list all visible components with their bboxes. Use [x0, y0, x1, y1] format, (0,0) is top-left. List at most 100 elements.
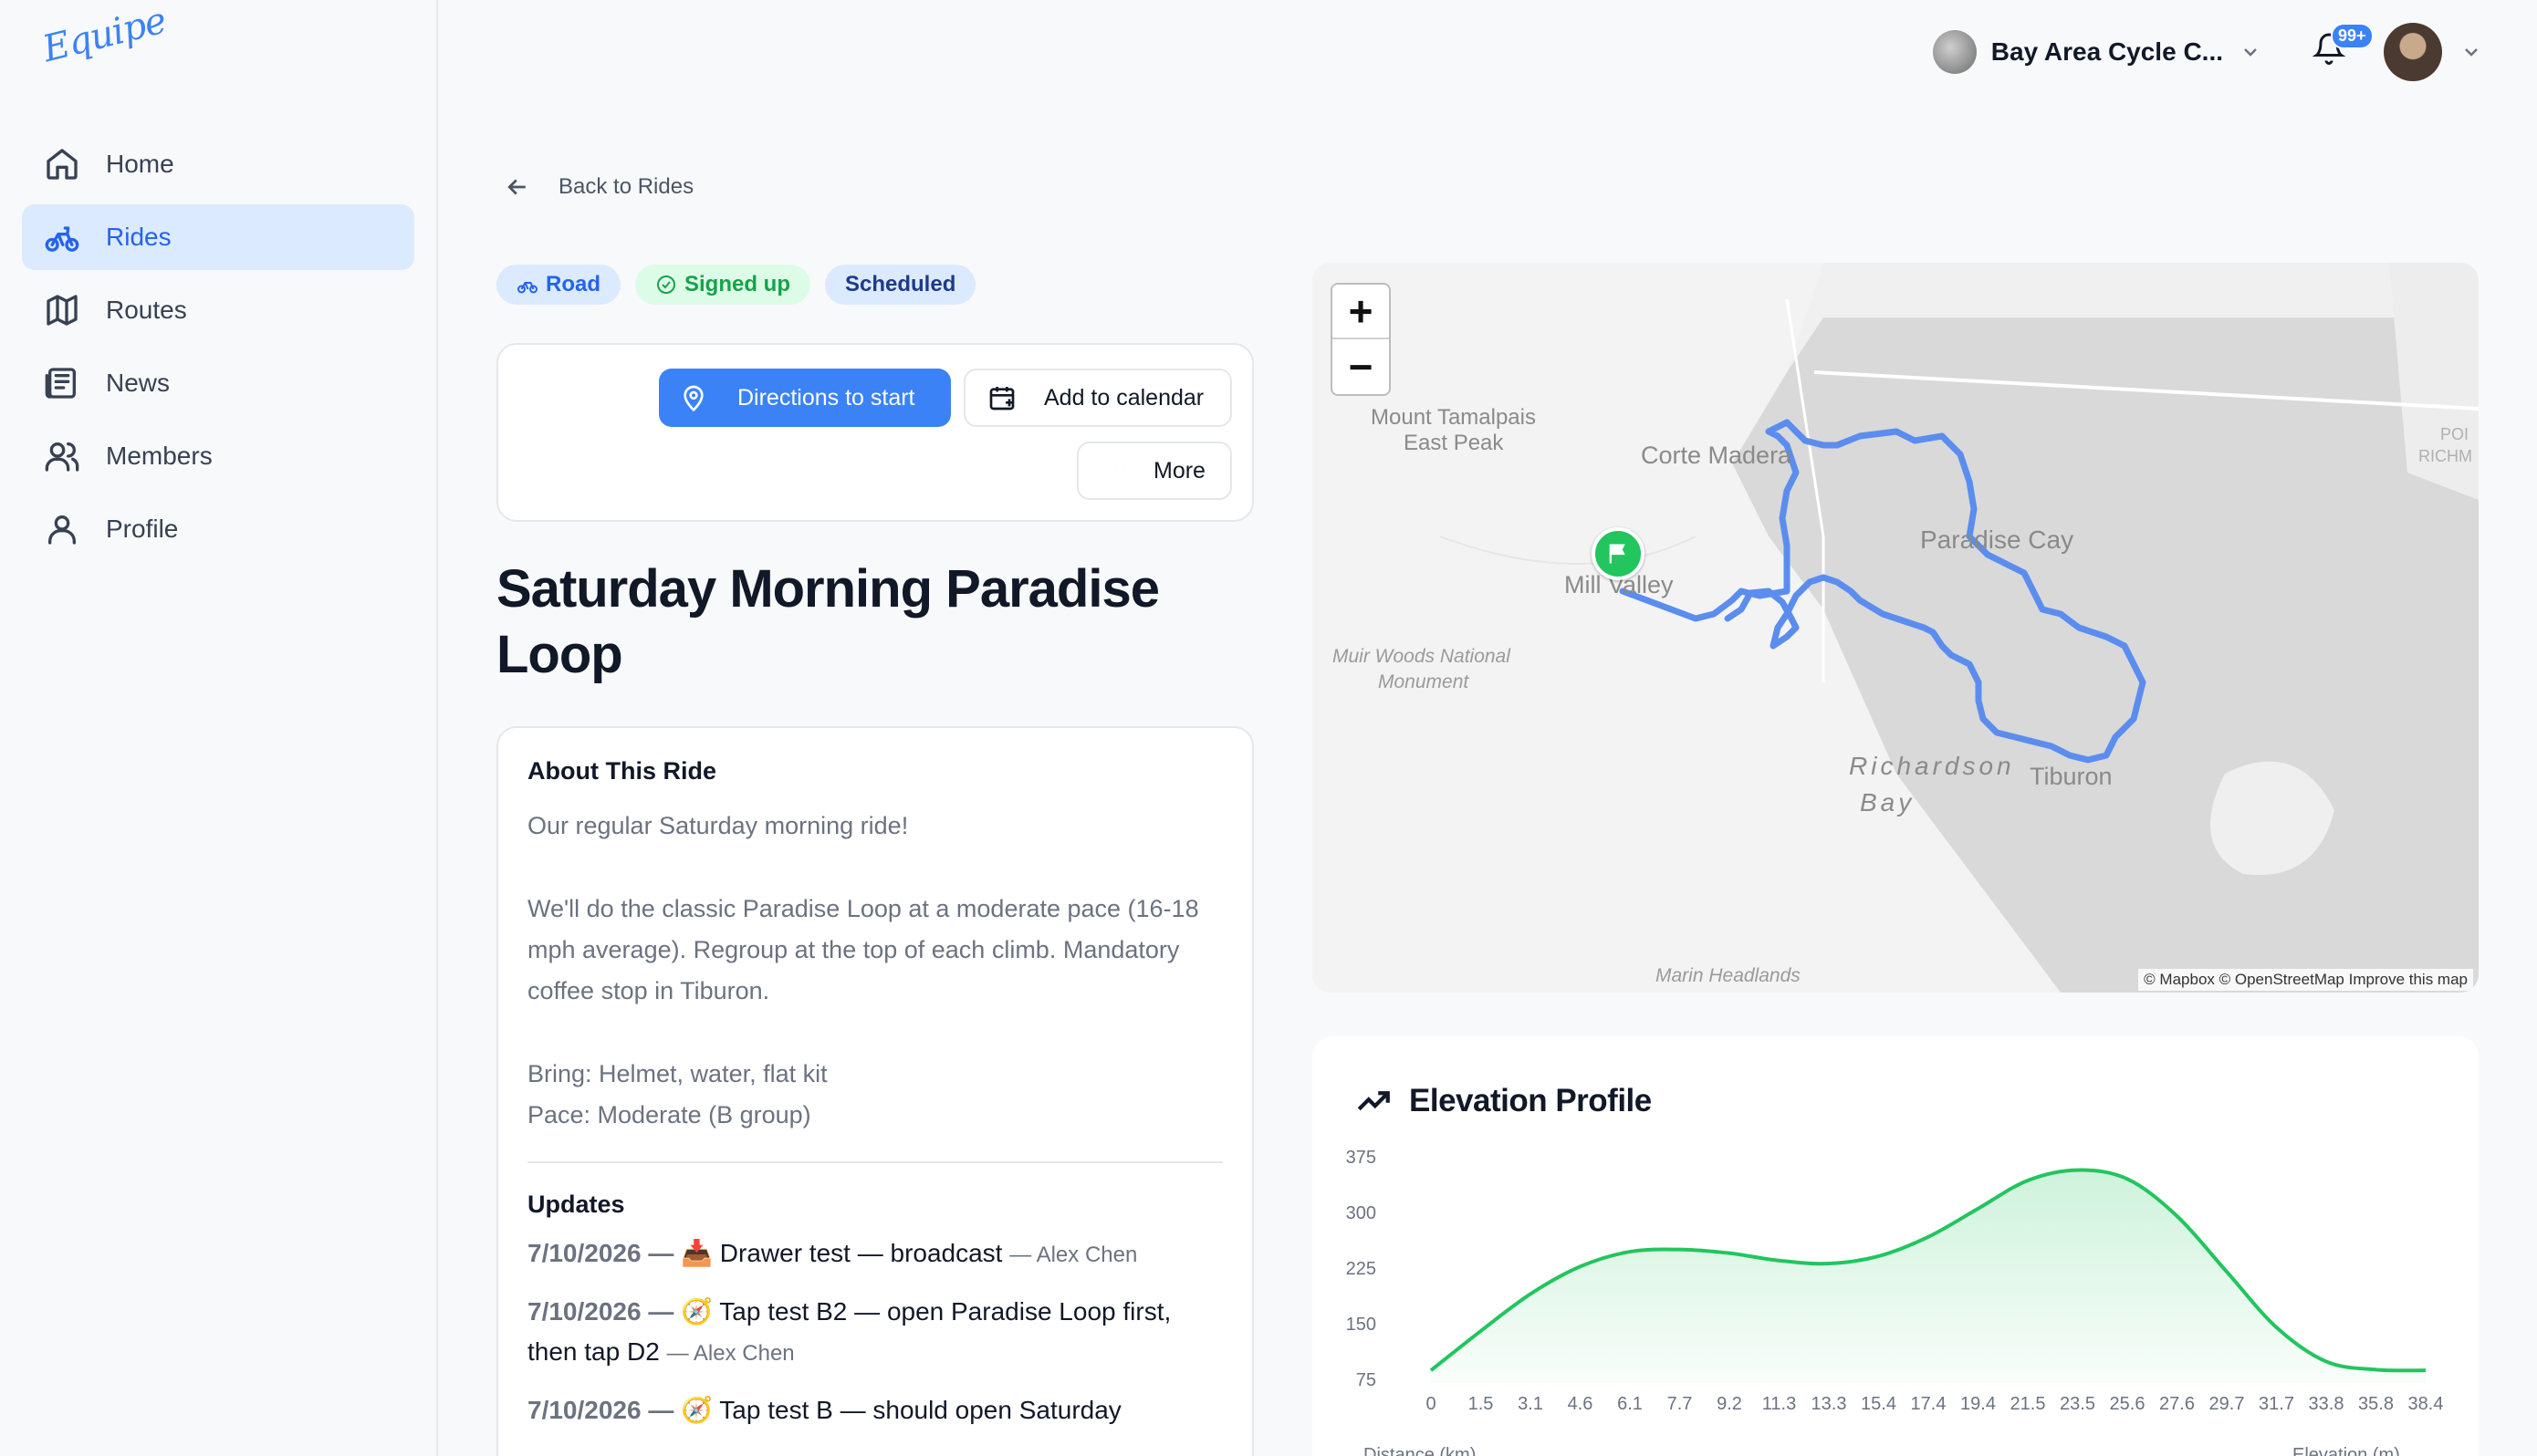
x-tick-label: 0 — [1425, 1394, 1436, 1414]
map-label: Mount Tamalpais — [1371, 405, 1536, 430]
map-label: Marin Headlands — [1655, 965, 1801, 986]
y-axis-label: Elevation (m) — [2292, 1445, 2400, 1456]
newspaper-icon — [44, 365, 80, 401]
about-heading: About This Ride — [527, 757, 716, 785]
compass-icon: 🧭 — [681, 1395, 714, 1425]
y-tick-label: 300 — [1345, 1203, 1376, 1223]
add-to-calendar-button[interactable]: Add to calendar — [964, 369, 1232, 427]
notifications-button[interactable]: 99+ — [2312, 23, 2374, 72]
x-tick-label: 9.2 — [1717, 1394, 1742, 1414]
sidebar: Equipe Home Rides Routes News Members Pr… — [0, 0, 438, 1456]
more-button[interactable]: More — [1077, 442, 1232, 500]
sidebar-item-news[interactable]: News — [22, 350, 414, 416]
y-tick-label: 375 — [1345, 1148, 1376, 1168]
divider — [527, 1161, 1223, 1163]
sidebar-item-label: Profile — [106, 515, 179, 543]
x-tick-label: 27.6 — [2159, 1394, 2195, 1414]
elevation-chart — [1429, 1168, 2427, 1383]
map-label: RICHM — [2418, 447, 2472, 465]
map-attribution[interactable]: © Mapbox © OpenStreetMap Improve this ma… — [2138, 969, 2473, 991]
home-icon — [44, 146, 80, 182]
club-avatar[interactable] — [1932, 30, 1977, 74]
update-item: 7/10/2026 — 🧭 Tap test B2 — open Paradis… — [527, 1296, 1172, 1366]
x-tick-label: 13.3 — [1811, 1394, 1847, 1414]
chevron-down-icon[interactable] — [2460, 41, 2482, 63]
arrow-left-icon — [507, 179, 526, 195]
map-label: Corte Madera — [1641, 442, 1792, 469]
map-base — [1312, 263, 2479, 993]
map-zoom-control: + − — [1331, 283, 1391, 396]
elevation-profile-card: Elevation Profile 75 150 225 300 375 0 1.5 3.1 4… — [1312, 1036, 2479, 1456]
flag-icon — [1609, 544, 1625, 564]
sidebar-nav: Home Rides Routes News Members Profile — [22, 131, 414, 569]
tag-label: Road — [546, 272, 600, 296]
about-text-pace: Pace: Moderate (B group) — [527, 1101, 811, 1128]
elevation-area — [1431, 1170, 2426, 1383]
check-circle-icon — [657, 276, 675, 294]
update-date: 7/10/2026 — [527, 1239, 642, 1267]
calendar-plus-icon — [989, 387, 1015, 411]
calendar-label: Add to calendar — [1044, 384, 1205, 411]
chevron-down-icon[interactable] — [2239, 41, 2261, 63]
x-tick-label: 29.7 — [2208, 1394, 2245, 1414]
club-switcher[interactable]: Bay Area Cycle C... — [1991, 37, 2223, 67]
sidebar-item-members[interactable]: Members — [22, 423, 414, 489]
map-label: Richardson — [1849, 752, 2015, 780]
sidebar-item-label: News — [106, 369, 171, 397]
updates-heading: Updates — [527, 1191, 625, 1218]
x-tick-label: 35.8 — [2358, 1394, 2394, 1414]
map-label: East Peak — [1404, 431, 1504, 455]
back-link-label: Back to Rides — [559, 174, 694, 199]
about-ride-card: About This Ride Our regular Saturday mor… — [496, 726, 1254, 1456]
about-text-bring: Bring: Helmet, water, flat kit — [527, 1060, 828, 1087]
sidebar-item-routes[interactable]: Routes — [22, 277, 414, 343]
update-author: Alex Chen — [693, 1341, 795, 1366]
zoom-in-button[interactable]: + — [1332, 285, 1389, 339]
x-tick-label: 21.5 — [2010, 1394, 2046, 1414]
update-item: 7/10/2026 — 🧭 Tap test B — should open S… — [527, 1395, 1122, 1425]
x-tick-label: 11.3 — [1761, 1394, 1797, 1414]
x-tick-label: 17.4 — [1910, 1394, 1947, 1414]
y-tick-label: 75 — [1355, 1370, 1376, 1390]
update-date: 7/10/2026 — [527, 1396, 642, 1424]
zoom-out-button[interactable]: − — [1332, 339, 1389, 394]
sidebar-item-label: Rides — [106, 223, 172, 251]
x-tick-label: 6.1 — [1617, 1394, 1643, 1414]
start-marker[interactable] — [1592, 527, 1644, 580]
directions-button[interactable]: Directions to start — [659, 369, 951, 427]
app-logo[interactable]: Equipe — [38, 0, 170, 70]
directions-label: Directions to start — [737, 384, 915, 411]
map-label: Tiburon — [2030, 763, 2113, 790]
x-tick-label: 4.6 — [1567, 1394, 1593, 1414]
update-date: 7/10/2026 — [527, 1297, 642, 1326]
x-tick-label: 1.5 — [1467, 1394, 1494, 1414]
user-icon — [44, 511, 80, 547]
update-text: Drawer test — broadcast — [719, 1239, 1003, 1267]
ride-title: Saturday Morning Paradise Loop — [496, 559, 1160, 684]
x-axis-label: Distance (km) — [1363, 1445, 1477, 1456]
x-tick-label: 19.4 — [1960, 1394, 1996, 1414]
route-map[interactable]: + − Mount Tamalpais East Peak Corte Made… — [1312, 263, 2479, 993]
more-label: More — [1154, 457, 1206, 484]
tag-label: Signed up — [684, 272, 790, 296]
tag-road: Road — [496, 265, 621, 305]
about-text-intro: Our regular Saturday morning ride! — [527, 812, 909, 839]
x-tick-label: 15.4 — [1861, 1394, 1896, 1414]
update-item: 7/10/2026 — 📥 Drawer test — broadcast — … — [527, 1238, 1138, 1268]
sidebar-item-home[interactable]: Home — [22, 131, 414, 197]
bike-icon — [517, 282, 538, 294]
x-tick-label: 23.5 — [2060, 1394, 2095, 1414]
user-avatar[interactable] — [2384, 23, 2442, 81]
tag-signed-up: Signed up — [635, 265, 810, 305]
about-text-details: We'll do the classic Paradise Loop at a … — [527, 895, 1199, 1004]
map-label: Monument — [1378, 671, 1469, 692]
sidebar-item-rides[interactable]: Rides — [22, 204, 414, 270]
back-to-rides-link[interactable]: Back to Rides — [504, 173, 694, 201]
sidebar-item-label: Routes — [106, 296, 187, 324]
x-tick-label: 3.1 — [1518, 1394, 1543, 1414]
bike-icon — [44, 219, 80, 255]
x-tick-label: 31.7 — [2259, 1394, 2294, 1414]
sidebar-item-profile[interactable]: Profile — [22, 496, 414, 562]
tag-label: Scheduled — [845, 272, 956, 296]
map-icon — [44, 292, 80, 328]
